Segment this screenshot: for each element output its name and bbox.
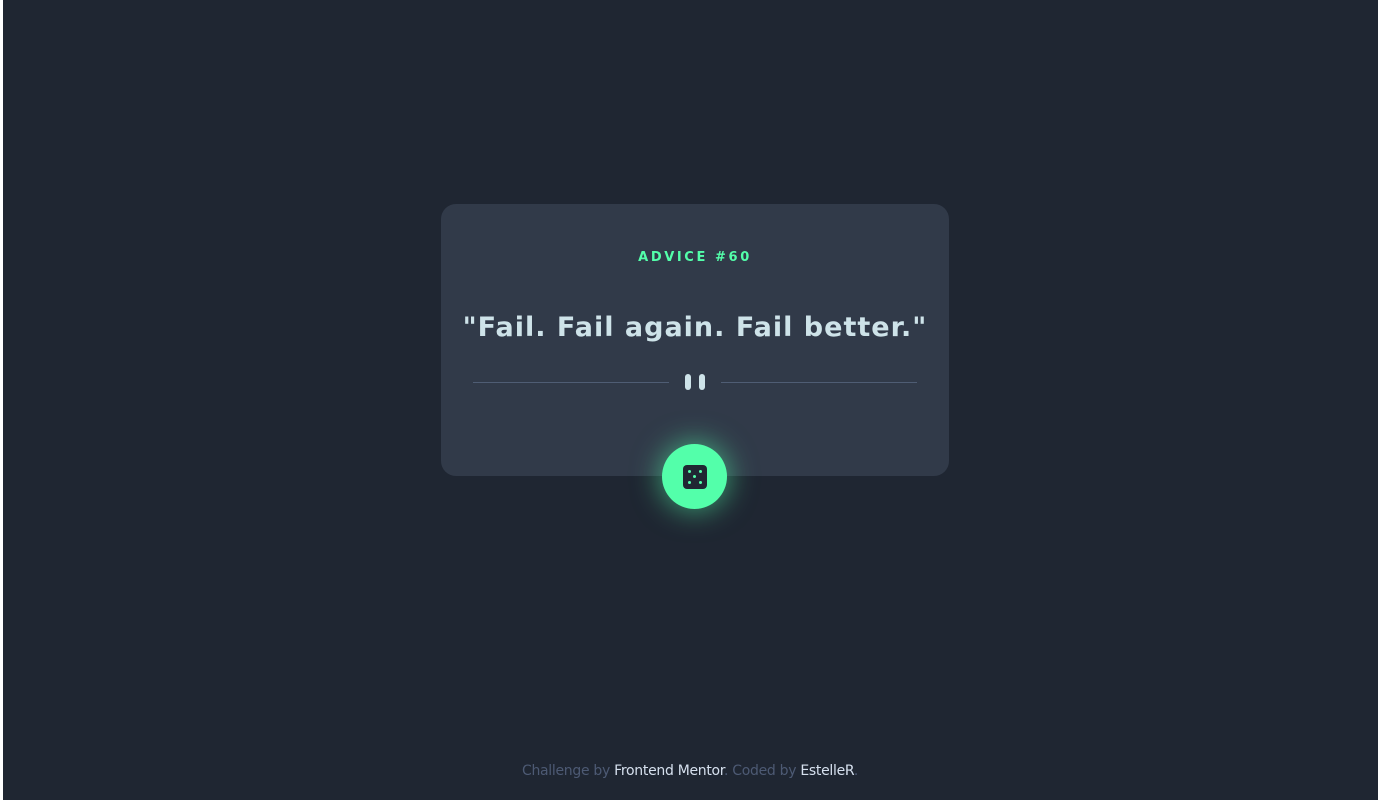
new-advice-button[interactable] [662,444,727,509]
pause-icon [685,374,705,390]
attribution-middle: . Coded by [723,763,801,779]
dice-dot [693,475,696,478]
attribution-prefix: Challenge by [521,763,615,779]
advice-quote: "Fail. Fail again. Fail better." [462,312,928,343]
page: ADVICE #60 "Fail. Fail again. Fail bette… [0,0,1380,800]
advice-card: ADVICE #60 "Fail. Fail again. Fail bette… [441,204,949,476]
divider-line-right [721,382,917,383]
attribution-suffix: . [853,763,859,779]
frontend-mentor-link[interactable]: Frontend Mentor [614,763,724,779]
left-edge [0,0,3,800]
dice-dot [688,481,691,484]
attribution: Challenge by Frontend Mentor. Coded by E… [0,763,1380,779]
dice-dot [688,470,691,473]
dice-dot [699,470,702,473]
pause-bar-right [699,374,705,390]
dice-dot [699,481,702,484]
pause-bar-left [685,374,691,390]
author-link[interactable]: EstelleR [800,763,854,779]
advice-number: ADVICE #60 [638,250,752,265]
divider-line-left [473,382,669,383]
dice-icon [683,465,707,489]
divider [473,374,917,392]
